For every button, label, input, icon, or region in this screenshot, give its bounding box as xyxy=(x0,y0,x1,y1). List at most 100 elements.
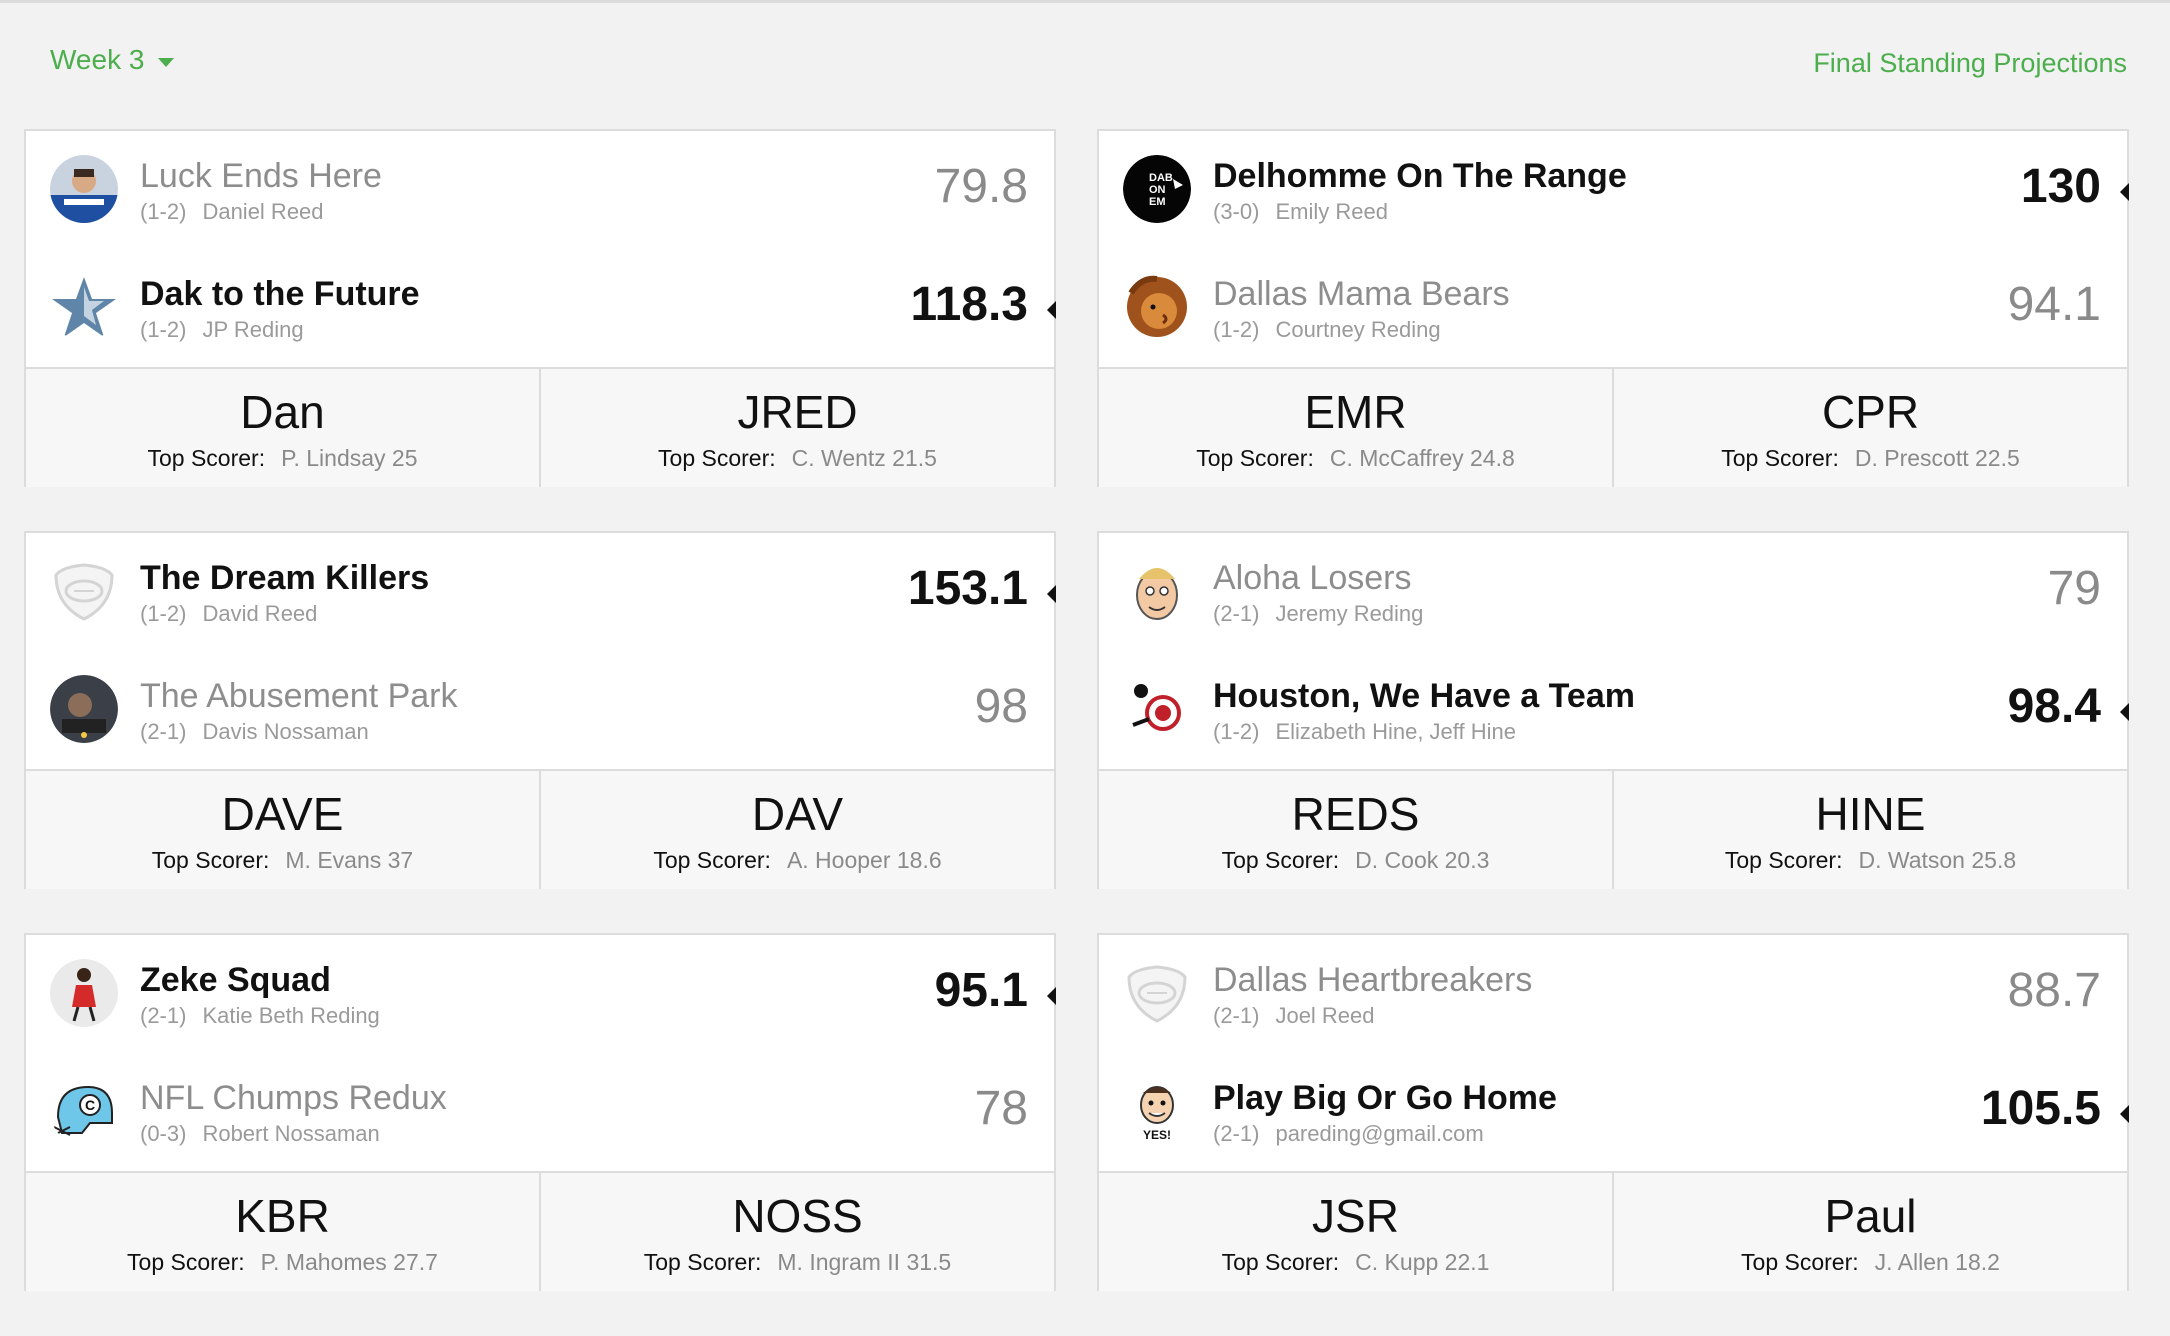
matchup-team-row[interactable]: Dak to the Future (1-2) JP Reding 118.3 xyxy=(26,249,1056,367)
team-score: 98.4 xyxy=(2007,680,2101,733)
team-owner: Elizabeth Hine, Jeff Hine xyxy=(1275,719,1516,744)
matchup-team-row[interactable]: Zeke Squad (2-1) Katie Beth Reding 95.1 xyxy=(26,935,1056,1053)
final-standing-projections-link[interactable]: Final Standing Projections xyxy=(1813,48,2127,79)
owner-summary[interactable]: CPR Top Scorer: D. Prescott 22.5 xyxy=(1612,369,2127,487)
owner-summary[interactable]: JRED Top Scorer: C. Wentz 21.5 xyxy=(539,369,1054,487)
team-record: (1-2) xyxy=(140,199,187,224)
team-meta: (2-1) pareding@gmail.com xyxy=(1213,1121,1484,1147)
matchup-team-row[interactable]: Dallas Mama Bears (1-2) Courtney Reding 9… xyxy=(1099,249,2127,367)
owner-summary[interactable]: EMR Top Scorer: C. McCaffrey 24.8 xyxy=(1099,369,1612,487)
owner-summary[interactable]: Dan Top Scorer: P. Lindsay 25 xyxy=(26,369,539,487)
svg-text:DAB: DAB xyxy=(1149,172,1173,184)
matchup-team-row[interactable]: Aloha Losers (2-1) Jeremy Reding 79 xyxy=(1099,533,2127,651)
matchup-footer: EMR Top Scorer: C. McCaffrey 24.8 CPR Top… xyxy=(1099,367,2127,487)
top-scorer: Top Scorer: M. Evans 37 xyxy=(26,847,539,874)
owner-abbr: REDS xyxy=(1291,788,1420,840)
top-scorer: Top Scorer: C. Kupp 22.1 xyxy=(1099,1249,1612,1276)
default-shield-avatar-icon xyxy=(1123,959,1191,1027)
top-scorer: Top Scorer: D. Watson 25.8 xyxy=(1614,847,2127,874)
team-meta: (1-2) Courtney Reding xyxy=(1213,317,1441,343)
owner-summary[interactable]: HINE Top Scorer: D. Watson 25.8 xyxy=(1612,771,2127,889)
owner-summary[interactable]: DAV Top Scorer: A. Hooper 18.6 xyxy=(539,771,1054,889)
owner-summary[interactable]: KBR Top Scorer: P. Mahomes 27.7 xyxy=(26,1173,539,1291)
team-owner: Davis Nossaman xyxy=(202,719,369,744)
winner-arrow-icon xyxy=(1047,585,1056,603)
matchup-team-row[interactable]: C NFL Chumps Redux (0-3) Robert Nossaman … xyxy=(26,1053,1054,1171)
team-owner: Emily Reed xyxy=(1275,199,1388,224)
team-record: (1-2) xyxy=(140,317,187,342)
top-scorer-value: C. Kupp 22.1 xyxy=(1355,1249,1490,1275)
team-score: 98 xyxy=(974,680,1028,733)
team-name: The Abusement Park xyxy=(140,677,458,715)
top-scorer-label: Top Scorer: xyxy=(1741,1249,1859,1275)
cartoon-face-avatar-icon xyxy=(1123,557,1191,625)
owner-abbr: DAVE xyxy=(221,788,344,840)
top-border xyxy=(0,0,2170,3)
team-owner: Joel Reed xyxy=(1275,1003,1375,1028)
ride-photo-avatar-icon xyxy=(50,675,118,743)
owner-abbr: HINE xyxy=(1815,788,1926,840)
owner-abbr: CPR xyxy=(1821,386,1920,438)
owner-summary[interactable]: Paul Top Scorer: J. Allen 18.2 xyxy=(1612,1173,2127,1291)
team-record: (2-1) xyxy=(140,719,187,744)
top-scorer-label: Top Scorer: xyxy=(1721,445,1839,471)
svg-text:YES!: YES! xyxy=(1143,1128,1171,1142)
top-scorer: Top Scorer: D. Cook 20.3 xyxy=(1099,847,1612,874)
team-meta: (1-2) Elizabeth Hine, Jeff Hine xyxy=(1213,719,1516,745)
quarterback-photo-avatar-icon xyxy=(50,155,118,223)
team-owner: JP Reding xyxy=(202,317,304,342)
matchup-footer: JSR Top Scorer: C. Kupp 22.1 Paul Top Sco… xyxy=(1099,1171,2127,1291)
top-scorer-value: C. McCaffrey 24.8 xyxy=(1329,445,1515,471)
owner-summary[interactable]: JSR Top Scorer: C. Kupp 22.1 xyxy=(1099,1173,1612,1291)
matchup-team-row[interactable]: Dallas Heartbreakers (2-1) Joel Reed 88.7 xyxy=(1099,935,2127,1053)
team-record: (1-2) xyxy=(140,601,187,626)
winner-arrow-icon xyxy=(2120,1105,2129,1123)
owner-summary[interactable]: NOSS Top Scorer: M. Ingram II 31.5 xyxy=(539,1173,1054,1291)
team-score: 79.8 xyxy=(934,160,1028,213)
team-meta: (1-2) Daniel Reed xyxy=(140,199,324,225)
matchup-footer: DAVE Top Scorer: M. Evans 37 DAV Top Scor… xyxy=(26,769,1054,889)
matchup-card: Zeke Squad (2-1) Katie Beth Reding 95.1 C… xyxy=(24,933,1056,1291)
matchup-team-row[interactable]: YES! Play Big Or Go Home (2-1) pareding@g… xyxy=(1099,1053,2129,1171)
week-label: Week 3 xyxy=(50,44,145,75)
matchup-team-row[interactable]: Houston, We Have a Team (1-2) Elizabeth H… xyxy=(1099,651,2129,769)
team-name: Aloha Losers xyxy=(1213,559,1412,597)
team-meta: (0-3) Robert Nossaman xyxy=(140,1121,380,1147)
matchup-team-row[interactable]: DAB ON EM Delhomme On The Range (3-0) Emily… xyxy=(1099,131,2129,249)
svg-text:C: C xyxy=(85,1097,95,1113)
team-owner: Courtney Reding xyxy=(1275,317,1441,342)
owner-abbr: NOSS xyxy=(732,1190,863,1242)
top-scorer-value: P. Lindsay 25 xyxy=(281,445,418,471)
top-scorer-label: Top Scorer: xyxy=(1221,1249,1340,1275)
matchup-card: Luck Ends Here (1-2) Daniel Reed 79.8 Dak… xyxy=(24,129,1056,487)
team-meta: (2-1) Katie Beth Reding xyxy=(140,1003,380,1029)
team-meta: (1-2) David Reed xyxy=(140,601,317,627)
team-score: 88.7 xyxy=(2007,964,2101,1017)
matchup-card: DAB ON EM Delhomme On The Range (3-0) Emily… xyxy=(1097,129,2129,487)
lion-logo-avatar-icon xyxy=(1123,273,1191,341)
matchup-card: Dallas Heartbreakers (2-1) Joel Reed 88.7… xyxy=(1097,933,2129,1291)
yes-cartoon-avatar-icon: YES! xyxy=(1123,1077,1191,1145)
team-name: Dallas Mama Bears xyxy=(1213,275,1510,313)
team-name: Dak to the Future xyxy=(140,275,420,313)
week-selector[interactable]: Week 3 xyxy=(50,44,175,76)
owner-summary[interactable]: REDS Top Scorer: D. Cook 20.3 xyxy=(1099,771,1612,889)
dancer-figure-avatar-icon xyxy=(50,959,118,1027)
top-scorer: Top Scorer: M. Ingram II 31.5 xyxy=(541,1249,1054,1276)
matchup-team-row[interactable]: Luck Ends Here (1-2) Daniel Reed 79.8 xyxy=(26,131,1054,249)
owner-abbr: KBR xyxy=(235,1190,330,1242)
top-scorer-value: D. Cook 20.3 xyxy=(1355,847,1490,873)
team-owner: Robert Nossaman xyxy=(202,1121,380,1146)
team-score: 78 xyxy=(974,1082,1028,1135)
top-scorer-label: Top Scorer: xyxy=(658,445,776,471)
team-record: (3-0) xyxy=(1213,199,1260,224)
matchup-team-row[interactable]: The Abusement Park (2-1) Davis Nossaman 9… xyxy=(26,651,1054,769)
team-owner: Daniel Reed xyxy=(202,199,324,224)
top-scorer-value: C. Wentz 21.5 xyxy=(791,445,937,471)
star-logo-avatar-icon xyxy=(50,273,118,341)
owner-summary[interactable]: DAVE Top Scorer: M. Evans 37 xyxy=(26,771,539,889)
matchup-team-row[interactable]: The Dream Killers (1-2) David Reed 153.1 xyxy=(26,533,1056,651)
top-scorer-label: Top Scorer: xyxy=(653,847,771,873)
team-score: 118.3 xyxy=(910,278,1028,331)
owner-abbr: DAV xyxy=(751,788,844,840)
